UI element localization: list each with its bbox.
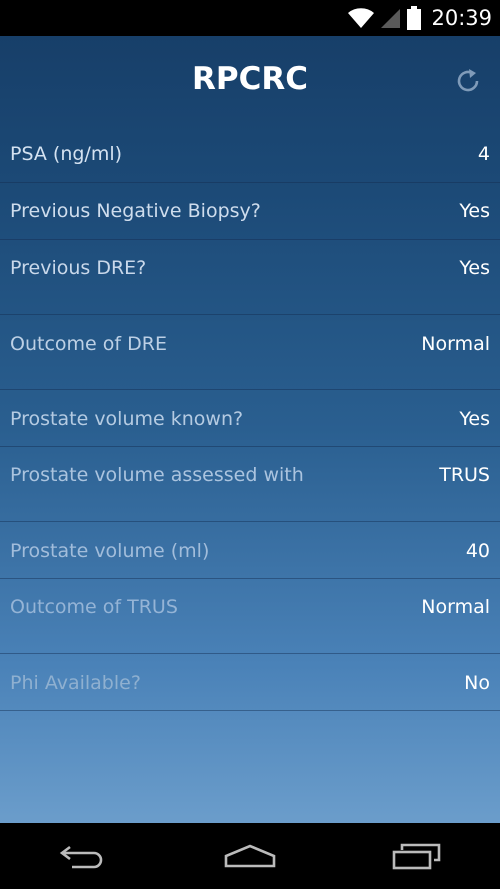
row-label: Previous Negative Biopsy? [10, 200, 261, 222]
refresh-button[interactable] [450, 63, 486, 99]
row-label: Prostate volume known? [10, 408, 244, 430]
row-label: PSA (ng/ml) [10, 143, 123, 165]
row-outcome-of-dre[interactable]: Outcome of DRE Normal [0, 315, 500, 390]
row-prostate-volume-ml[interactable]: Prostate volume (ml) 40 [0, 522, 500, 579]
row-value: Yes [459, 408, 490, 430]
app-screen: RPCRC PSA (ng/ml) 4 Previous Negative Bi… [0, 36, 500, 823]
home-button[interactable] [210, 831, 290, 881]
back-button[interactable] [43, 831, 123, 881]
home-icon [224, 844, 276, 868]
recent-apps-icon [392, 843, 440, 870]
row-label: Outcome of DRE [10, 333, 167, 355]
row-value: Normal [421, 596, 490, 618]
row-previous-dre[interactable]: Previous DRE? Yes [0, 240, 500, 315]
row-label: Prostate volume (ml) [10, 540, 210, 562]
row-prostate-volume-assessed-with[interactable]: Prostate volume assessed with TRUS [0, 447, 500, 522]
row-phi-available[interactable]: Phi Available? No [0, 654, 500, 711]
row-label: Previous DRE? [10, 257, 147, 279]
navigation-bar [0, 823, 500, 889]
back-icon [60, 845, 103, 869]
status-time: 20:39 [431, 6, 492, 30]
wifi-icon [348, 8, 375, 28]
row-value: 40 [465, 540, 490, 562]
status-icons: 20:39 [347, 0, 492, 36]
row-psa[interactable]: PSA (ng/ml) 4 [0, 126, 500, 183]
signal-icon [381, 9, 401, 28]
row-outcome-of-trus[interactable]: Outcome of TRUS Normal [0, 579, 500, 654]
row-value: 4 [477, 143, 490, 165]
battery-icon [407, 6, 422, 30]
row-value: Yes [459, 257, 490, 279]
status-bar: 20:39 [0, 0, 500, 36]
row-value: Yes [459, 200, 490, 222]
refresh-icon [457, 69, 479, 92]
app-title: RPCRC [192, 61, 308, 97]
row-prostate-volume-known[interactable]: Prostate volume known? Yes [0, 390, 500, 447]
row-value: No [464, 672, 490, 694]
row-value: TRUS [439, 464, 490, 486]
row-label: Prostate volume assessed with [10, 464, 304, 486]
row-value: Normal [421, 333, 490, 355]
row-label: Phi Available? [10, 672, 141, 694]
row-label: Outcome of TRUS [10, 596, 178, 618]
app-header: RPCRC [0, 36, 500, 126]
row-previous-negative-biopsy[interactable]: Previous Negative Biopsy? Yes [0, 183, 500, 240]
recent-apps-button[interactable] [377, 831, 457, 881]
